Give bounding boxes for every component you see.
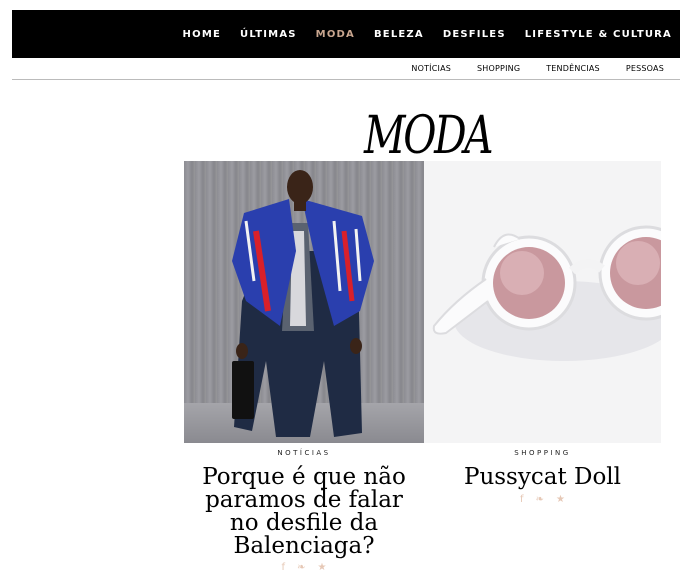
card-title-line: paramos de falar xyxy=(205,487,403,513)
facebook-icon[interactable]: f xyxy=(282,562,286,573)
card-title-line: Pussycat Doll xyxy=(463,464,622,490)
subnav-noticias[interactable]: NOTÍCIAS xyxy=(411,64,451,73)
article-image-sunglasses[interactable] xyxy=(424,161,661,443)
card-category-noticias[interactable]: NOTÍCIAS xyxy=(184,449,424,457)
nav-moda[interactable]: MODA xyxy=(316,29,355,40)
card-category-shopping[interactable]: SHOPPING xyxy=(424,449,661,457)
star-icon[interactable]: ★ xyxy=(556,494,565,505)
subnav-tendencias[interactable]: TENDÊNCIAS xyxy=(546,64,600,73)
sub-navigation: NOTÍCIAS SHOPPING TENDÊNCIAS PESSOAS xyxy=(411,64,664,73)
twitter-icon[interactable]: ❧ xyxy=(297,562,305,573)
subnav-shopping[interactable]: SHOPPING xyxy=(477,64,520,73)
card-share-row: f ❧ ★ xyxy=(424,494,661,505)
sunglasses-illustration xyxy=(432,225,661,361)
article-image-runway[interactable] xyxy=(184,161,424,443)
nav-ultimas[interactable]: ÚLTIMAS xyxy=(240,29,297,40)
subnav-pessoas[interactable]: PESSOAS xyxy=(626,64,664,73)
nav-home[interactable]: HOME xyxy=(183,29,221,40)
facebook-icon[interactable]: f xyxy=(520,494,524,505)
card-title-pussycat-doll[interactable]: Pussycat Doll xyxy=(424,466,661,489)
subnav-divider xyxy=(12,79,680,80)
nav-desfiles[interactable]: DESFILES xyxy=(443,29,506,40)
page-title: MODA xyxy=(364,106,494,166)
twitter-icon[interactable]: ❧ xyxy=(536,494,544,505)
card-title-line: Balenciaga? xyxy=(233,533,375,559)
main-nav: HOME ÚLTIMAS MODA BELEZA DESFILES LIFEST… xyxy=(183,10,672,58)
nav-beleza[interactable]: BELEZA xyxy=(374,29,424,40)
top-navigation-bar: HOME ÚLTIMAS MODA BELEZA DESFILES LIFEST… xyxy=(12,10,680,58)
star-icon[interactable]: ★ xyxy=(317,562,326,573)
runway-model-illustration xyxy=(232,170,374,437)
card-share-row: f ❧ ★ xyxy=(184,562,424,573)
card-title-line: no desfile da xyxy=(229,510,379,536)
card-title-line: Porque é que não xyxy=(202,464,406,490)
card-title-balenciaga[interactable]: Porque é que não paramos de falar no des… xyxy=(184,466,424,558)
nav-lifestyle-cultura[interactable]: LIFESTYLE & CULTURA xyxy=(525,29,672,40)
